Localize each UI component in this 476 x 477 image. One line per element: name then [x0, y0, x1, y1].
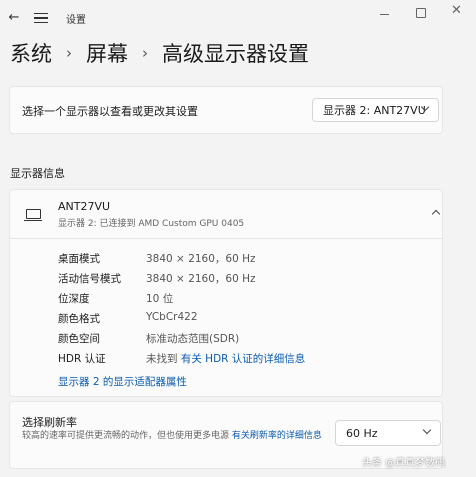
breadcrumb-item-system[interactable]: 系统 [10, 38, 52, 68]
hdr-status: 未找到 [146, 353, 178, 365]
display-adapter-properties-link[interactable]: 显示器 2 的显示适配器属性 [58, 374, 187, 389]
breadcrumb: 系统 › 屏幕 › 高级显示器设置 [10, 38, 309, 68]
refresh-rate-description-text: 较高的速率可提供更流畅的动作，但也使用更多电源 [22, 431, 230, 441]
info-label: HDR 认证 [58, 353, 106, 365]
chevron-up-icon[interactable] [431, 209, 441, 219]
section-title-display-info: 显示器信息 [10, 167, 65, 180]
minimize-button[interactable] [378, 7, 392, 21]
monitor-icon [24, 209, 42, 222]
info-label: 颜色格式 [58, 313, 100, 325]
monitor-subtitle: 显示器 2: 已连接到 AMD Custom GPU 0405 [58, 219, 245, 229]
display-dropdown-value: 显示器 2: ANT27VU [323, 104, 426, 117]
info-value: 标准动态范围(SDR) [146, 333, 240, 345]
monitor-name: ANT27VU [58, 200, 111, 213]
display-info-card: ANT27VU 显示器 2: 已连接到 AMD Custom GPU 0405 … [9, 189, 443, 397]
hdr-certification-link[interactable]: 有关 HDR 认证的详细信息 [181, 353, 305, 365]
display-dropdown[interactable]: 显示器 2: ANT27VU [312, 98, 439, 122]
refresh-rate-dropdown[interactable]: 60 Hz [335, 420, 441, 446]
info-value: 3840 × 2160，60 Hz [146, 253, 256, 265]
info-label: 位深度 [58, 293, 90, 305]
breadcrumb-separator-icon: › [66, 44, 72, 62]
maximize-button[interactable] [416, 8, 426, 18]
info-value: YCbCr422 [146, 311, 198, 323]
close-button[interactable]: ✕ [451, 3, 462, 18]
breadcrumb-item-display[interactable]: 屏幕 [86, 38, 128, 68]
app-title: 设置 [66, 15, 86, 26]
info-value: 3840 × 2160，60 Hz [146, 273, 256, 285]
page-title: 高级显示器设置 [162, 42, 309, 66]
breadcrumb-separator-icon: › [142, 44, 148, 62]
hamburger-menu-icon[interactable] [34, 10, 48, 26]
info-value: 未找到 有关 HDR 认证的详细信息 [146, 351, 305, 366]
refresh-rate-description: 较高的速率可提供更流畅的动作，但也使用更多电源 有关刷新率的详细信息 [22, 429, 322, 444]
chevron-down-icon [422, 425, 432, 435]
refresh-rate-details-link[interactable]: 有关刷新率的详细信息 [232, 431, 322, 441]
info-value: 10 位 [146, 293, 174, 305]
info-label: 桌面模式 [58, 253, 100, 265]
watermark: 头条 @真真梦数码 [362, 458, 446, 469]
refresh-rate-dropdown-value: 60 Hz [346, 426, 378, 440]
refresh-rate-title: 选择刷新率 [22, 416, 77, 429]
title-bar: ← 设置 ✕ [0, 0, 476, 38]
display-select-label: 选择一个显示器以查看或更改其设置 [22, 105, 198, 118]
display-select-card: 选择一个显示器以查看或更改其设置 显示器 2: ANT27VU [9, 86, 443, 134]
display-info-header[interactable]: ANT27VU 显示器 2: 已连接到 AMD Custom GPU 0405 [10, 190, 442, 239]
back-arrow-icon[interactable]: ← [6, 10, 22, 26]
info-label: 颜色空间 [58, 333, 100, 345]
info-label: 活动信号模式 [58, 273, 121, 285]
